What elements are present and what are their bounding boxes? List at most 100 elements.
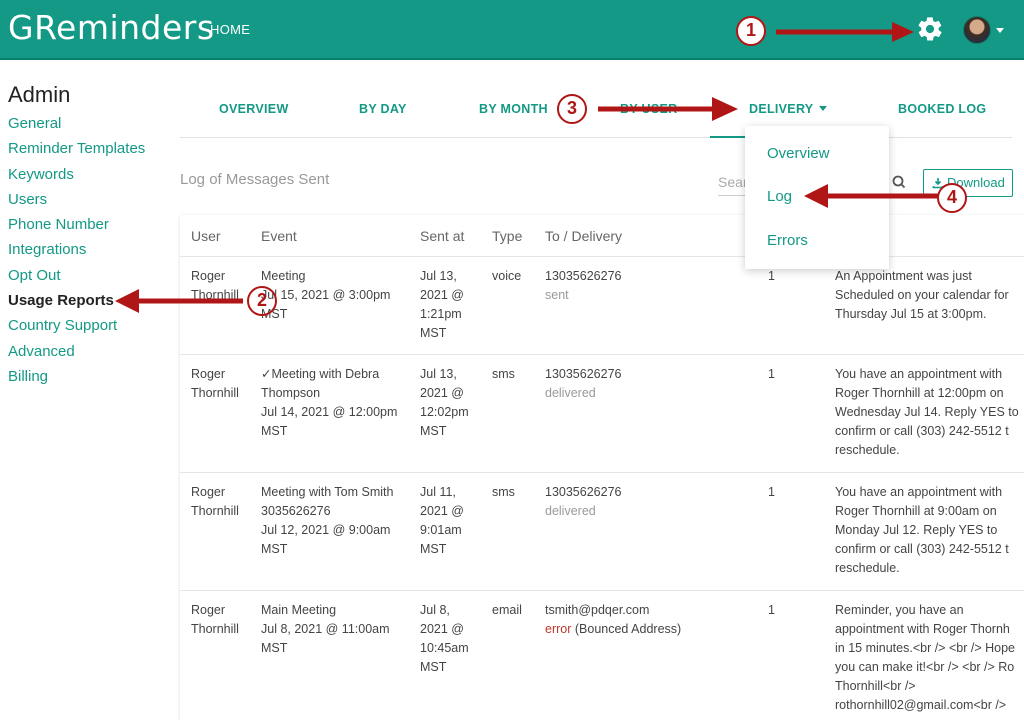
top-navbar: GReminders HOME bbox=[0, 0, 1024, 60]
count-cell: 1 bbox=[768, 367, 775, 381]
sent-at-cell: Jul 13, 2021 @ 1:21pm MST bbox=[420, 267, 464, 343]
event-cell-line: Jul 14, 2021 @ 12:00pm bbox=[261, 405, 398, 419]
delivery-status: sent bbox=[545, 286, 621, 305]
tab-booked-log[interactable]: BOOKED LOG bbox=[898, 102, 986, 116]
column-header-to-delivery[interactable]: To / Delivery bbox=[545, 228, 622, 244]
type-cell: voice bbox=[492, 269, 522, 283]
annotation-callout-3: 3 bbox=[557, 94, 587, 124]
message-cell: You have an appointment with Roger Thornh… bbox=[835, 365, 1019, 460]
row-divider bbox=[180, 354, 1024, 355]
sidebar-item-billing[interactable]: Billing bbox=[8, 367, 145, 392]
column-header-user[interactable]: User bbox=[191, 228, 221, 244]
event-cell-line: ✓Meeting with Debra bbox=[261, 367, 380, 381]
tab-by-day[interactable]: BY DAY bbox=[359, 102, 407, 116]
sidebar-item-keywords[interactable]: Keywords bbox=[8, 165, 145, 190]
user-avatar[interactable] bbox=[963, 16, 991, 44]
message-cell-line: Scheduled on your calendar for bbox=[835, 288, 1009, 302]
sent-at-cell: Jul 8, 2021 @ 10:45am MST bbox=[420, 601, 469, 677]
app-logo[interactable]: GReminders bbox=[8, 8, 215, 47]
sidebar-item-country-support[interactable]: Country Support bbox=[8, 316, 145, 341]
download-button[interactable]: Download bbox=[923, 169, 1013, 197]
column-header-type[interactable]: Type bbox=[492, 228, 522, 244]
status-label: sent bbox=[545, 288, 569, 302]
tab-by-month[interactable]: BY MONTH bbox=[479, 102, 548, 116]
message-cell-line: An Appointment was just bbox=[835, 269, 972, 283]
delivery-status: delivered bbox=[545, 384, 621, 403]
annotation-callout-2: 2 bbox=[247, 286, 277, 316]
event-cell-line: Meeting with Tom Smith bbox=[261, 485, 394, 499]
sent-at-cell-line: MST bbox=[420, 326, 447, 340]
search-icon[interactable] bbox=[888, 169, 910, 195]
event-cell-line: Jul 12, 2021 @ 9:00am bbox=[261, 523, 391, 537]
gear-icon[interactable] bbox=[916, 15, 944, 43]
status-detail: (Bounced Address) bbox=[571, 622, 682, 636]
message-cell-line: in 15 minutes.<br /> <br /> Hope bbox=[835, 641, 1015, 655]
sidebar-item-integrations[interactable]: Integrations bbox=[8, 240, 145, 265]
to-delivery-cell: tsmith@pdqer.com error (Bounced Address) bbox=[545, 601, 681, 639]
user-cell-line: Roger bbox=[191, 367, 226, 381]
sidebar-item-users[interactable]: Users bbox=[8, 190, 145, 215]
message-cell-line: You have an appointment with bbox=[835, 485, 1003, 499]
caret-down-icon bbox=[819, 106, 828, 111]
status-label: delivered bbox=[545, 504, 596, 518]
menu-item-errors[interactable]: Errors bbox=[767, 232, 808, 249]
user-cell-line: Roger bbox=[191, 485, 226, 499]
type-cell: email bbox=[492, 603, 522, 617]
menu-item-overview[interactable]: Overview bbox=[767, 145, 830, 162]
column-header-event[interactable]: Event bbox=[261, 228, 297, 244]
message-cell-line: Roger Thornhill at 9:00am on bbox=[835, 504, 997, 518]
tab-delivery-label: DELIVERY bbox=[749, 102, 814, 116]
user-cell-line: Thornhill bbox=[191, 386, 239, 400]
event-cell-line: Thompson bbox=[261, 386, 321, 400]
sidebar-item-reminder-templates[interactable]: Reminder Templates bbox=[8, 139, 145, 164]
row-divider bbox=[180, 472, 1024, 473]
event-cell: Meeting with Tom Smith 3035626276 Jul 12, … bbox=[261, 483, 393, 559]
chevron-down-icon[interactable] bbox=[996, 28, 1004, 33]
sent-at-cell-line: MST bbox=[420, 660, 447, 674]
message-cell-line: rothornhill02@gmail.com<br /> bbox=[835, 698, 1007, 712]
annotation-callout-4: 4 bbox=[937, 183, 967, 213]
sidebar-item-general[interactable]: General bbox=[8, 114, 145, 139]
sent-at-cell-line: 2021 @ bbox=[420, 622, 464, 636]
row-divider bbox=[180, 590, 1024, 591]
header-divider bbox=[180, 256, 1024, 257]
sidebar-item-usage-reports[interactable]: Usage Reports bbox=[8, 291, 145, 316]
delivery-dropdown-menu: Overview Log Errors bbox=[745, 126, 889, 269]
event-cell-line: 3035626276 bbox=[261, 504, 331, 518]
message-cell-line: reschedule. bbox=[835, 561, 900, 575]
event-cell-line: Jul 8, 2021 @ 11:00am bbox=[261, 622, 390, 636]
sidebar-item-opt-out[interactable]: Opt Out bbox=[8, 266, 145, 291]
sidebar-title: Admin bbox=[8, 82, 71, 107]
event-cell-line: MST bbox=[261, 307, 288, 321]
log-title: Log of Messages Sent bbox=[180, 171, 330, 188]
admin-sidebar: General Reminder Templates Keywords User… bbox=[8, 114, 145, 392]
user-cell-line: Thornhill bbox=[191, 288, 239, 302]
message-cell: You have an appointment with Roger Thornh… bbox=[835, 483, 1009, 578]
event-cell-line: Jul 15, 2021 @ 3:00pm bbox=[261, 288, 391, 302]
sidebar-item-advanced[interactable]: Advanced bbox=[8, 342, 145, 367]
sidebar-item-phone-number[interactable]: Phone Number bbox=[8, 215, 145, 240]
message-cell: An Appointment was just Scheduled on your… bbox=[835, 267, 1009, 324]
user-cell: Roger Thornhill bbox=[191, 601, 239, 639]
tab-by-user[interactable]: BY USER bbox=[620, 102, 677, 116]
sent-at-cell-line: 2021 @ bbox=[420, 386, 464, 400]
event-cell-line: MST bbox=[261, 424, 288, 438]
event-cell: Main Meeting Jul 8, 2021 @ 11:00am MST bbox=[261, 601, 390, 658]
type-cell: sms bbox=[492, 367, 515, 381]
column-header-sent-at[interactable]: Sent at bbox=[420, 228, 464, 244]
sent-at-cell-line: MST bbox=[420, 424, 447, 438]
status-label: error bbox=[545, 622, 572, 636]
menu-item-log[interactable]: Log bbox=[767, 188, 792, 205]
message-cell-line: reschedule. bbox=[835, 443, 900, 457]
annotation-callout-1: 1 bbox=[736, 16, 766, 46]
user-cell-line: Thornhill bbox=[191, 622, 239, 636]
message-cell-line: You have an appointment with bbox=[835, 367, 1003, 381]
active-tab-indicator bbox=[710, 136, 750, 138]
nav-home-link[interactable]: HOME bbox=[210, 22, 250, 37]
tab-overview[interactable]: OVERVIEW bbox=[219, 102, 289, 116]
count-cell: 1 bbox=[768, 485, 775, 499]
tab-delivery[interactable]: DELIVERY bbox=[749, 102, 828, 116]
user-cell: Roger Thornhill bbox=[191, 365, 239, 403]
message-cell-line: Reminder, you have an bbox=[835, 603, 964, 617]
event-cell-line: MST bbox=[261, 641, 288, 655]
